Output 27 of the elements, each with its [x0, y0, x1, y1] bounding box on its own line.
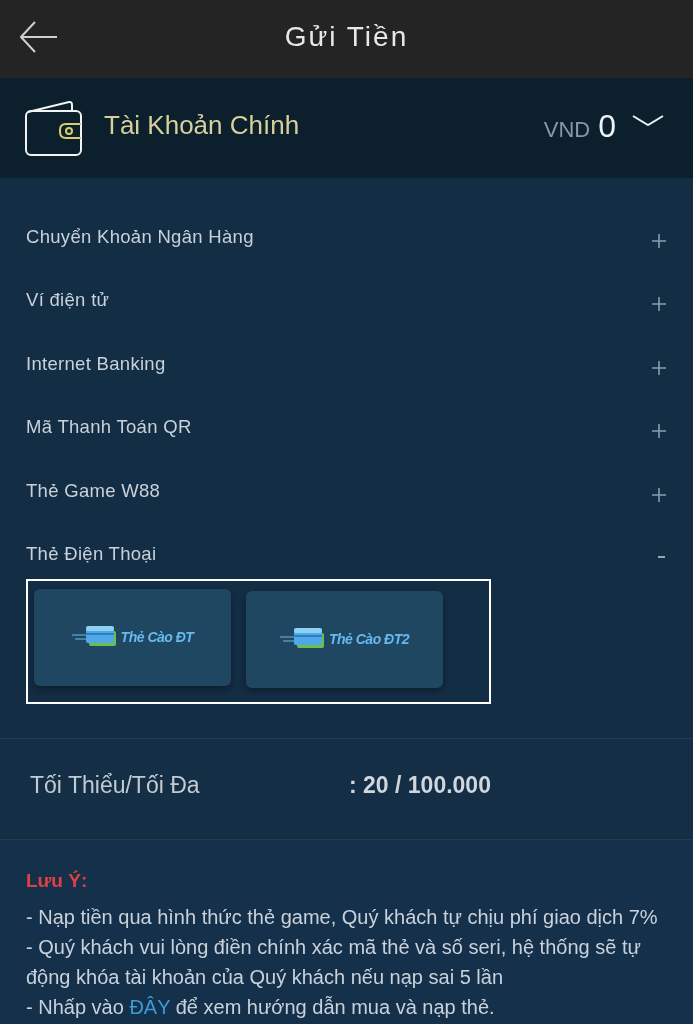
method-label[interactable]: Chuyển Khoản Ngân Hàng	[0, 222, 254, 251]
card-option-button[interactable]: Thẻ Cào ĐT	[34, 588, 231, 686]
currency-label: VND	[543, 116, 591, 144]
wallet-icon	[25, 100, 83, 156]
plus-icon[interactable]	[652, 233, 666, 248]
here-link[interactable]: ĐÂY	[129, 995, 171, 1018]
plus-icon[interactable]	[652, 424, 666, 439]
page-title: Gửi Tiền	[284, 20, 409, 54]
limit-label: Tối Thiểu/Tối Đa	[29, 771, 201, 801]
card-option-button[interactable]: Thẻ Cào ĐT2	[246, 590, 443, 688]
account-name: Tài Khoản Chính	[104, 108, 300, 142]
plus-icon[interactable]	[652, 487, 666, 502]
method-label[interactable]: Mã Thanh Toán QR	[0, 413, 192, 442]
limit-value: : 20 / 100.000	[349, 771, 491, 801]
balance-value: 0	[598, 107, 616, 146]
minus-icon[interactable]	[658, 555, 665, 558]
method-label[interactable]: Ví điện tử	[0, 286, 110, 315]
method-label[interactable]: Thẻ Điện Thoại	[0, 539, 157, 568]
back-arrow-icon[interactable]	[20, 21, 58, 53]
note-text: - Nạp tiền qua hình thức thẻ game, Quý khách tự chịu phí giao dịch 7%	[26, 904, 659, 930]
plus-icon[interactable]	[652, 360, 666, 375]
plus-icon[interactable]	[652, 297, 666, 312]
method-label[interactable]: Internet Banking	[0, 349, 166, 378]
note-text: - Nhấp vào ĐÂY để xem hướng dẫn mua và nạp thẻ.	[26, 994, 496, 1020]
chevron-down-icon[interactable]	[632, 114, 664, 126]
method-label[interactable]: Thẻ Game W88	[0, 476, 161, 505]
note-title: Lưu Ý:	[26, 868, 89, 893]
